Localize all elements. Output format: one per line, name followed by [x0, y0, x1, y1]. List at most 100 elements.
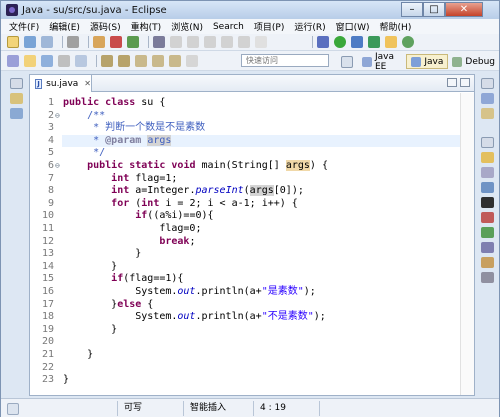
- menu-item-9[interactable]: 帮助(H): [380, 20, 412, 33]
- next-annotation-icon[interactable]: [101, 54, 113, 67]
- new-java-project-icon[interactable]: [368, 36, 380, 48]
- tab-close-icon[interactable]: ✕: [84, 79, 91, 88]
- code-line[interactable]: 19 }: [30, 324, 460, 336]
- code-line[interactable]: 9 for (int i = 2; i < a-1; i++) {: [30, 198, 460, 210]
- code-line[interactable]: 4 * @param args: [30, 134, 460, 147]
- open-task-icon[interactable]: [24, 54, 36, 67]
- block-selection-icon[interactable]: [58, 54, 70, 67]
- overview-ruler[interactable]: [460, 93, 474, 395]
- perspective-debug[interactable]: Debug: [448, 54, 499, 69]
- code-line[interactable]: 3 * 判断一个数是不是素数: [30, 122, 460, 134]
- edit-icon[interactable]: [153, 36, 165, 48]
- perspective-java-ee[interactable]: Java EE: [358, 52, 406, 72]
- quick-access-field[interactable]: [241, 54, 329, 67]
- code-line[interactable]: 18 System.out.println(a+"不是素数");: [30, 311, 460, 323]
- paste-icon[interactable]: [204, 36, 216, 48]
- progress-icon[interactable]: [480, 227, 494, 238]
- code-line[interactable]: 13 }: [30, 248, 460, 260]
- build-icon[interactable]: [110, 36, 122, 48]
- coverage-icon[interactable]: [351, 36, 363, 48]
- servers-icon[interactable]: [480, 212, 494, 223]
- fold-toggle-icon[interactable]: ⊖: [55, 160, 60, 172]
- code-line[interactable]: 15 if(flag==1){: [30, 273, 460, 285]
- code-line[interactable]: 1 public class su {: [30, 97, 460, 109]
- maximize-button[interactable]: □: [423, 2, 445, 17]
- code-text: }else {: [63, 298, 154, 310]
- forward-icon[interactable]: [169, 54, 181, 67]
- code-line[interactable]: 14 }: [30, 261, 460, 273]
- menu-item-7[interactable]: 运行(R): [294, 20, 325, 33]
- minimize-editor-icon[interactable]: [447, 78, 457, 87]
- cut-icon[interactable]: [170, 36, 182, 48]
- restore-right-icon[interactable]: [480, 78, 494, 89]
- close-button[interactable]: ✕: [445, 2, 483, 17]
- code-line[interactable]: 2 ⊖ /**: [30, 110, 460, 122]
- toggle-mark-icon[interactable]: [41, 54, 53, 67]
- new-file-icon[interactable]: [7, 36, 19, 48]
- previous-annotation-icon[interactable]: [118, 54, 130, 67]
- code-line[interactable]: 11 flag=0;: [30, 223, 460, 235]
- restore-icon[interactable]: [9, 78, 23, 89]
- code-area[interactable]: 1 public class su {2 ⊖ /** 3 * 判断一个数是不是素数 4 …: [30, 93, 460, 395]
- menu-item-4[interactable]: 浏览(N): [171, 20, 203, 33]
- pin-editor-icon[interactable]: [186, 54, 198, 67]
- snippets-icon[interactable]: [480, 272, 494, 283]
- save-icon[interactable]: [24, 36, 36, 48]
- problems-icon[interactable]: [480, 152, 494, 163]
- code-line[interactable]: 17 }else {: [30, 299, 460, 311]
- open-perspective-icon[interactable]: [341, 55, 353, 68]
- menu-item-6[interactable]: 项目(P): [254, 20, 284, 33]
- menu-item-5[interactable]: Search: [213, 22, 244, 32]
- editor-tab-row: J su.java ✕: [30, 75, 474, 92]
- menu-item-8[interactable]: 窗口(W): [336, 20, 370, 33]
- save-all-icon[interactable]: [41, 36, 53, 48]
- code-line[interactable]: 5 */: [30, 147, 460, 159]
- fold-toggle-icon[interactable]: ⊖: [55, 110, 60, 122]
- code-line[interactable]: 8 int a=Integer.parseInt(args[0]);: [30, 185, 460, 197]
- perspective-java[interactable]: Java: [406, 54, 449, 69]
- code-line[interactable]: 20: [30, 336, 460, 348]
- maximize-editor-icon[interactable]: [460, 78, 470, 87]
- show-whitespace-icon[interactable]: [75, 54, 87, 67]
- package-explorer-icon[interactable]: [9, 93, 23, 104]
- menu-item-2[interactable]: 源码(S): [90, 20, 121, 33]
- outline-icon[interactable]: [480, 108, 494, 119]
- copy-icon[interactable]: [187, 36, 199, 48]
- debug-icon[interactable]: [317, 36, 329, 48]
- declaration-icon[interactable]: [480, 182, 494, 193]
- data-source-icon[interactable]: [480, 257, 494, 268]
- search-view-icon[interactable]: [480, 242, 494, 253]
- new-class-icon[interactable]: [402, 36, 414, 48]
- back-icon[interactable]: [152, 54, 164, 67]
- restore-bottom-icon[interactable]: [480, 137, 494, 148]
- code-line[interactable]: 22: [30, 362, 460, 374]
- console-icon[interactable]: [480, 197, 494, 208]
- menu-item-0[interactable]: 文件(F): [9, 20, 39, 33]
- menu-item-1[interactable]: 编辑(E): [49, 20, 80, 33]
- last-edit-icon[interactable]: [135, 54, 147, 67]
- minimize-button[interactable]: –: [401, 2, 423, 17]
- search-icon[interactable]: [255, 36, 267, 48]
- hierarchy-icon[interactable]: [9, 108, 23, 119]
- redo-icon[interactable]: [238, 36, 250, 48]
- code-line[interactable]: 23}: [30, 374, 460, 386]
- run-icon[interactable]: [334, 36, 346, 48]
- code-line[interactable]: 10 if((a%i)==0){: [30, 210, 460, 222]
- task-list-icon[interactable]: [480, 93, 494, 104]
- new-package-icon[interactable]: [385, 36, 397, 48]
- refresh-icon[interactable]: [127, 36, 139, 48]
- menu-item-3[interactable]: 重构(T): [131, 20, 162, 33]
- open-type-icon[interactable]: [7, 54, 19, 67]
- title-bar[interactable]: Java - su/src/su.java - Eclipse – □ ✕: [1, 1, 499, 19]
- javadoc-icon[interactable]: [480, 167, 494, 178]
- code-line[interactable]: 7 int flag=1;: [30, 173, 460, 185]
- code-line[interactable]: 21 }: [30, 349, 460, 361]
- code-line[interactable]: 16 System.out.println(a+"是素数");: [30, 286, 460, 298]
- package-icon[interactable]: [93, 36, 105, 48]
- undo-icon[interactable]: [221, 36, 233, 48]
- code-line[interactable]: 6 ⊖ public static void main(String[] args…: [30, 160, 460, 172]
- print-icon[interactable]: [67, 36, 79, 48]
- fast-view-icon[interactable]: [7, 403, 19, 415]
- code-line[interactable]: 12 break;: [30, 236, 460, 248]
- tab-su-java[interactable]: J su.java ✕: [30, 75, 92, 92]
